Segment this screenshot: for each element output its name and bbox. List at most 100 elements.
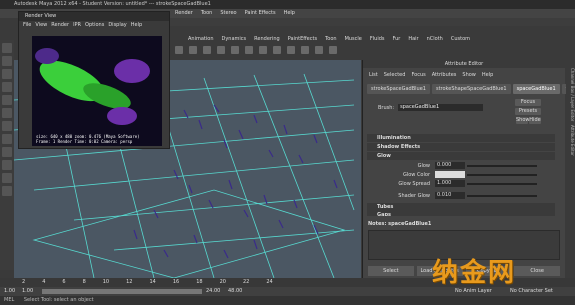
toolbox	[0, 40, 14, 270]
rv-menu-file[interactable]: File	[23, 21, 31, 30]
shelf-icon[interactable]	[231, 46, 239, 54]
attribute-editor-tab[interactable]: Attribute Editor	[566, 125, 575, 156]
time-tick: 18	[196, 279, 203, 285]
select-tool-icon[interactable]	[2, 43, 12, 53]
shelf-icon[interactable]	[329, 46, 337, 54]
rv-menu-view[interactable]: View	[35, 21, 47, 30]
glow-slider[interactable]	[467, 165, 537, 167]
last-tool-icon[interactable]	[2, 134, 12, 144]
menu-help[interactable]: Help	[284, 9, 295, 18]
glow-color-row: Glow Color	[367, 171, 555, 179]
rv-menu-ipr[interactable]: IPR	[73, 21, 81, 30]
shelf-icon[interactable]	[287, 46, 295, 54]
section-glow[interactable]: Glow	[367, 152, 555, 160]
presets-button[interactable]: Presets	[515, 108, 541, 115]
section-tubes[interactable]: Tubes	[367, 203, 555, 211]
end-time-field[interactable]: 48.00	[228, 287, 242, 296]
shelf-tab-animation[interactable]: Animation	[188, 34, 214, 44]
attribute-editor-menu: List Selected Focus Attributes Show Help	[363, 68, 565, 82]
playback-start-field[interactable]: 1.00	[22, 287, 33, 296]
character-set-dropdown[interactable]: No Character Set	[510, 287, 553, 296]
shelf-tab-toon[interactable]: Toon	[325, 34, 337, 44]
range-bar[interactable]	[42, 289, 202, 294]
brush-name-field[interactable]: spaceGadBlue1	[398, 104, 484, 111]
menu-stereo[interactable]: Stereo	[220, 9, 236, 18]
time-tick: 4	[42, 279, 46, 285]
rv-menu-options[interactable]: Options	[85, 21, 104, 30]
layout-icon[interactable]	[2, 173, 12, 183]
tab-brush[interactable]: spaceGadBlue1	[512, 84, 560, 94]
ae-menu-list[interactable]: List	[369, 72, 378, 78]
shelf-icons	[170, 44, 570, 56]
shelf-icon[interactable]	[217, 46, 225, 54]
four-pane-icon[interactable]	[2, 160, 12, 170]
shelf-tab-dynamics[interactable]: Dynamics	[222, 34, 247, 44]
shader-glow-row: Shader Glow 0.010	[367, 192, 555, 200]
glow-value[interactable]: 0.000	[435, 162, 465, 169]
shelf-tab-custom[interactable]: Custom	[451, 34, 470, 44]
shader-glow-slider[interactable]	[467, 195, 537, 197]
shelf-tabs: Animation Dynamics Rendering PaintEffect…	[170, 34, 570, 44]
menu-toon[interactable]: Toon	[201, 9, 213, 18]
watermark-logo: 纳金网	[432, 258, 517, 288]
layout-icon[interactable]	[2, 186, 12, 196]
ae-menu-help[interactable]: Help	[482, 72, 493, 78]
render-view-window: Render View File View Render IPR Options…	[18, 11, 170, 149]
shelf-icon[interactable]	[175, 46, 183, 54]
manipulator-icon[interactable]	[2, 121, 12, 131]
rv-menu-display[interactable]: Display	[108, 21, 126, 30]
shader-glow-value[interactable]: 0.010	[435, 192, 465, 199]
glow-color-slider[interactable]	[467, 174, 537, 176]
shelf-tab-hair[interactable]: Hair	[408, 34, 418, 44]
time-tick: 12	[126, 279, 133, 285]
shelf-tab-muscle[interactable]: Muscle	[345, 34, 362, 44]
render-view-menu: File View Render IPR Options Display Hel…	[19, 21, 169, 30]
select-button[interactable]: Select	[368, 266, 414, 276]
brush-label: Brush:	[378, 104, 395, 111]
shelf-icon[interactable]	[245, 46, 253, 54]
rv-menu-help[interactable]: Help	[131, 21, 142, 30]
hide-button[interactable]: Hide	[529, 117, 541, 124]
single-pane-icon[interactable]	[2, 147, 12, 157]
shelf-tab-fluids[interactable]: Fluids	[370, 34, 385, 44]
show-button[interactable]: Show	[516, 117, 530, 124]
start-time-field[interactable]: 1.00	[4, 287, 15, 296]
shelf-tab-fur[interactable]: Fur	[393, 34, 401, 44]
shelf-tab-painteffects[interactable]: PaintEffects	[288, 34, 317, 44]
shelf-icon[interactable]	[273, 46, 281, 54]
shelf-icon[interactable]	[203, 46, 211, 54]
ae-menu-show[interactable]: Show	[462, 72, 476, 78]
rotate-tool-icon[interactable]	[2, 95, 12, 105]
section-illumination[interactable]: Illumination	[367, 134, 555, 142]
mel-label[interactable]: MEL	[4, 297, 14, 303]
move-tool-icon[interactable]	[2, 82, 12, 92]
shelf-tab-rendering[interactable]: Rendering	[254, 34, 280, 44]
shelf-icon[interactable]	[189, 46, 197, 54]
section-shadow-effects[interactable]: Shadow Effects	[367, 143, 555, 151]
tab-stroke[interactable]: strokeSpaceGadBlue1	[367, 84, 430, 94]
menu-paint-effects[interactable]: Paint Effects	[245, 9, 276, 18]
shelf-tab-ncloth[interactable]: nCloth	[427, 34, 443, 44]
shelf-icon[interactable]	[315, 46, 323, 54]
paint-tool-icon[interactable]	[2, 69, 12, 79]
time-tick: 14	[149, 279, 156, 285]
section-gaps[interactable]: Gaps	[367, 211, 555, 216]
focus-button[interactable]: Focus	[515, 99, 541, 106]
playback-end-field[interactable]: 24.00	[206, 287, 220, 296]
shelf-icon[interactable]	[301, 46, 309, 54]
menu-render[interactable]: Render	[175, 9, 193, 18]
ae-menu-selected[interactable]: Selected	[384, 72, 406, 78]
ae-menu-attributes[interactable]: Attributes	[432, 72, 457, 78]
glow-spread-value[interactable]: 1.000	[435, 180, 465, 187]
channel-box-tab[interactable]: Channel Box / Layer Editor	[566, 68, 575, 121]
tab-stroke-shape[interactable]: strokeShapeSpaceGadBlue1	[431, 84, 511, 94]
close-button[interactable]: Close	[514, 266, 560, 276]
lasso-tool-icon[interactable]	[2, 56, 12, 66]
glow-spread-slider[interactable]	[467, 183, 537, 185]
shelf-icon[interactable]	[259, 46, 267, 54]
glow-color-swatch[interactable]	[435, 171, 465, 178]
window-title: Autodesk Maya 2012 x64 - Student Version…	[0, 0, 575, 9]
rv-menu-render[interactable]: Render	[51, 21, 69, 30]
scale-tool-icon[interactable]	[2, 108, 12, 118]
ae-menu-focus[interactable]: Focus	[411, 72, 425, 78]
